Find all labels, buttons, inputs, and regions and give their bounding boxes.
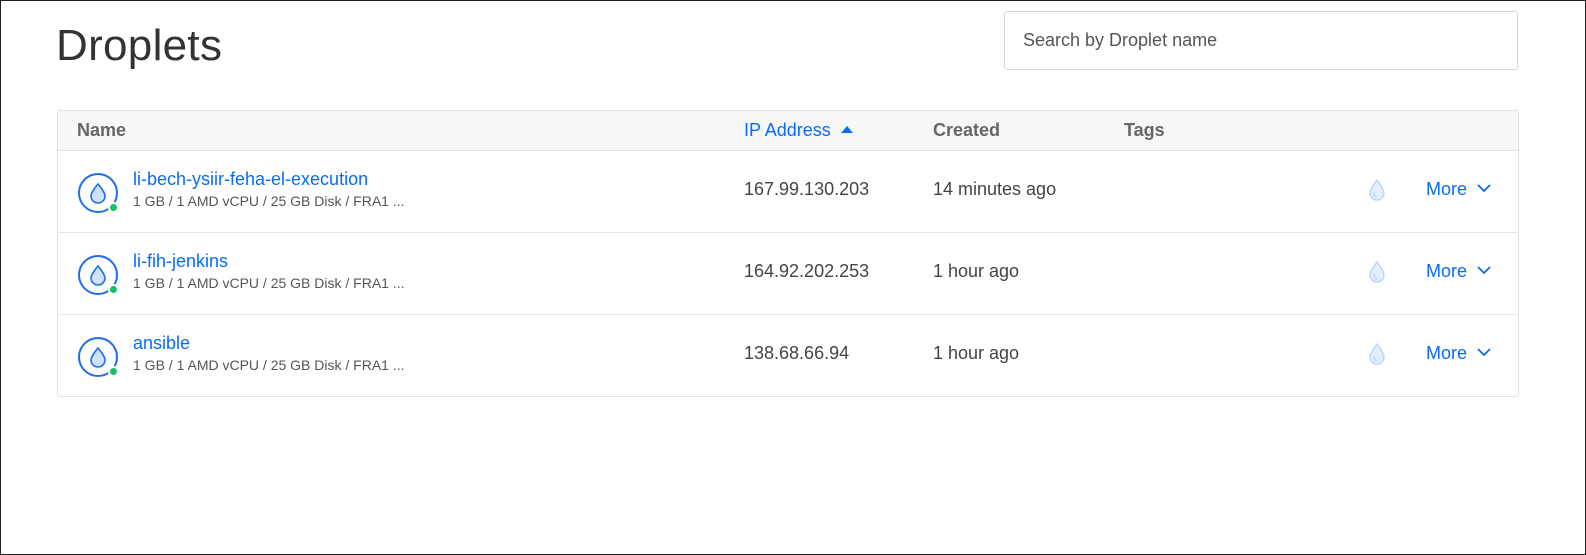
droplet-specs: 1 GB / 1 AMD vCPU / 25 GB Disk / FRA1 ..… xyxy=(133,357,405,373)
table-row: li-bech-ysiir-feha-el-execution 1 GB / 1… xyxy=(58,151,1518,233)
droplet-icon xyxy=(78,337,119,377)
status-active-indicator xyxy=(108,202,119,213)
more-label: More xyxy=(1426,343,1468,363)
droplet-specs: 1 GB / 1 AMD vCPU / 25 GB Disk / FRA1 ..… xyxy=(133,275,405,291)
droplet-ip: 164.92.202.253 xyxy=(744,261,870,281)
droplet-ip: 167.99.130.203 xyxy=(744,179,870,199)
droplet-created: 1 hour ago xyxy=(933,343,1020,363)
column-header-name[interactable]: Name xyxy=(77,120,126,141)
table-row: li-fih-jenkins 1 GB / 1 AMD vCPU / 25 GB… xyxy=(58,233,1518,315)
search-box[interactable] xyxy=(1004,11,1518,70)
search-input[interactable] xyxy=(1005,12,1517,69)
column-header-ip[interactable]: IP Address xyxy=(744,120,853,141)
column-header-created[interactable]: Created xyxy=(933,120,1000,141)
droplet-action-icon[interactable] xyxy=(1366,177,1388,203)
droplet-created: 1 hour ago xyxy=(933,261,1020,281)
droplet-icon xyxy=(78,255,119,295)
status-active-indicator xyxy=(108,284,119,295)
droplet-action-icon[interactable] xyxy=(1366,259,1388,285)
chevron-down-icon xyxy=(1477,266,1491,275)
more-label: More xyxy=(1426,179,1468,199)
column-header-ip-label: IP Address xyxy=(744,120,831,140)
status-active-indicator xyxy=(108,366,119,377)
more-menu-button[interactable]: More xyxy=(1426,343,1491,364)
column-header-tags: Tags xyxy=(1124,120,1165,140)
more-label: More xyxy=(1426,261,1468,281)
droplet-name-link[interactable]: ansible xyxy=(133,333,190,354)
droplet-action-icon[interactable] xyxy=(1366,341,1388,367)
droplet-specs: 1 GB / 1 AMD vCPU / 25 GB Disk / FRA1 ..… xyxy=(133,193,405,209)
chevron-down-icon xyxy=(1477,184,1491,193)
more-menu-button[interactable]: More xyxy=(1426,179,1491,200)
table-row: ansible 1 GB / 1 AMD vCPU / 25 GB Disk /… xyxy=(58,315,1518,396)
droplet-name-link[interactable]: li-fih-jenkins xyxy=(133,251,228,272)
droplet-created: 14 minutes ago xyxy=(933,179,1057,199)
droplet-icon xyxy=(78,173,119,213)
droplets-table: Name IP Address Created Tags li-bech-ysi… xyxy=(57,110,1519,397)
window-frame: Droplets Name IP Address Created Tags li… xyxy=(0,0,1586,555)
more-menu-button[interactable]: More xyxy=(1426,261,1491,282)
page-title: Droplets xyxy=(56,21,223,70)
droplet-ip: 138.68.66.94 xyxy=(744,343,850,363)
table-header: Name IP Address Created Tags xyxy=(58,111,1518,151)
droplet-name-link[interactable]: li-bech-ysiir-feha-el-execution xyxy=(133,169,368,190)
sort-ascending-icon xyxy=(840,126,853,133)
chevron-down-icon xyxy=(1477,348,1491,357)
